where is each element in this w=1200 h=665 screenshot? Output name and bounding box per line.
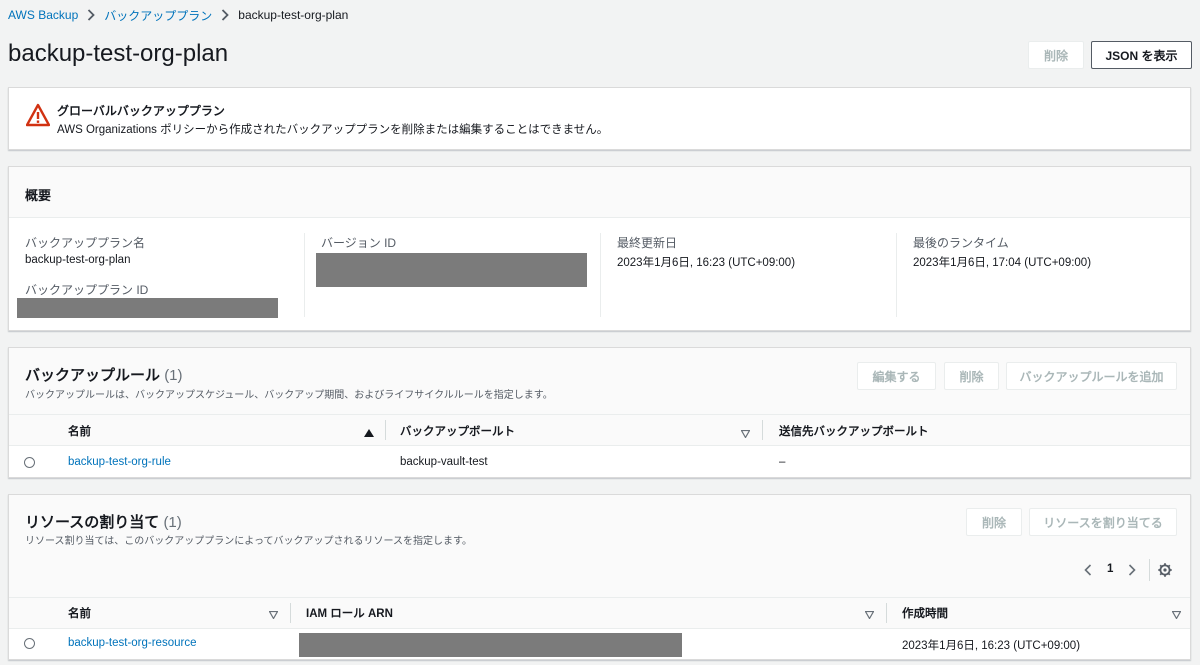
rules-title-text: バックアップルール (25, 367, 161, 384)
resource-row-radio[interactable] (24, 638, 35, 649)
edit-rule-button[interactable]: 編集する (857, 362, 936, 390)
assign-resources-button[interactable]: リソースを割り当てる (1029, 508, 1177, 536)
warning-icon (25, 103, 51, 130)
rule-name-link[interactable]: backup-test-org-rule (68, 456, 171, 468)
rule-vault-value: backup-vault-test (400, 456, 488, 468)
divider (600, 233, 601, 317)
plan-id-redacted (17, 298, 278, 318)
last-run-label: 最後のランタイム (913, 236, 1009, 250)
divider (304, 233, 305, 317)
overview-panel: 概要 バックアッププラン名 backup-test-org-plan バックアッ… (8, 166, 1191, 331)
version-id-redacted (316, 253, 587, 287)
resources-title-text: リソースの割り当て (25, 514, 160, 531)
rules-title: バックアップルール (1) (25, 364, 183, 385)
divider (896, 233, 897, 317)
divider (9, 217, 1190, 218)
breadcrumb-current: backup-test-org-plan (238, 8, 349, 22)
column-header-name[interactable]: 名前 (68, 423, 91, 439)
chevron-left-icon[interactable] (1084, 564, 1092, 579)
overview-header (9, 167, 1190, 217)
delete-plan-button[interactable]: 削除 (1028, 41, 1084, 69)
rule-destination-value: – (779, 456, 786, 468)
delete-resource-button[interactable]: 削除 (966, 508, 1022, 536)
chevron-right-icon (82, 8, 100, 22)
column-header-iam-role-arn[interactable]: IAM ロール ARN (306, 605, 393, 621)
sort-icon[interactable] (864, 608, 875, 622)
page-title: backup-test-org-plan (8, 40, 229, 67)
sort-ascending-icon[interactable] (364, 426, 374, 440)
rules-count: (1) (164, 367, 183, 384)
rule-row-radio[interactable] (24, 457, 35, 468)
sort-icon[interactable] (740, 427, 751, 441)
chevron-right-icon[interactable] (1128, 564, 1136, 579)
chevron-right-icon (216, 8, 234, 22)
resource-name-link[interactable]: backup-test-org-resource (68, 637, 196, 649)
column-header-created-time[interactable]: 作成時間 (902, 605, 948, 621)
settings-gear-icon[interactable] (1158, 563, 1172, 580)
resource-assignments-panel: リソースの割り当て (1) リソース割り当ては、このバックアッププランによってバ… (8, 494, 1191, 660)
iam-role-arn-redacted (299, 633, 682, 657)
column-header-vault[interactable]: バックアップボールト (400, 423, 515, 439)
column-header-name[interactable]: 名前 (68, 605, 91, 621)
backup-rules-panel: バックアップルール (1) バックアップルールは、バックアップスケジュール、バッ… (8, 347, 1191, 478)
last-run-value: 2023年1月6日, 17:04 (UTC+09:00) (913, 257, 1092, 269)
resource-created-value: 2023年1月6日, 16:23 (UTC+09:00) (902, 640, 1081, 652)
overview-title: 概要 (25, 188, 52, 203)
resources-description: リソース割り当ては、このバックアッププランによってバックアップされるリソースを指… (25, 536, 472, 547)
rules-table-header (9, 414, 1190, 446)
divider (1149, 559, 1150, 581)
rules-description: バックアップルールは、バックアップスケジュール、バックアップ期間、およびライフサ… (25, 390, 553, 401)
breadcrumb-parent-link[interactable]: バックアッププラン (104, 7, 212, 24)
breadcrumb: AWS Backup バックアッププラン backup-test-org-pla… (8, 7, 348, 23)
plan-name-label: バックアッププラン名 (25, 236, 146, 250)
global-plan-alert: グローバルバックアッププラン AWS Organizations ポリシーから作… (8, 87, 1191, 150)
plan-name-value: backup-test-org-plan (25, 254, 131, 266)
breadcrumb-root-link[interactable]: AWS Backup (8, 8, 78, 22)
resources-table-header (9, 597, 1190, 629)
page-number[interactable]: 1 (1107, 563, 1113, 575)
last-updated-label: 最終更新日 (617, 236, 678, 250)
plan-id-label: バックアッププラン ID (25, 283, 149, 297)
resources-title: リソースの割り当て (1) (25, 511, 182, 532)
add-rule-button[interactable]: バックアップルールを追加 (1006, 362, 1177, 390)
alert-title: グローバルバックアッププラン (57, 104, 225, 118)
sort-icon[interactable] (268, 608, 279, 622)
sort-icon[interactable] (1171, 608, 1182, 622)
delete-rule-button[interactable]: 削除 (944, 362, 999, 390)
divider (385, 420, 386, 440)
view-json-button[interactable]: JSON を表示 (1091, 41, 1192, 69)
divider (762, 420, 763, 440)
alert-text: AWS Organizations ポリシーから作成されたバックアッププランを削… (57, 124, 609, 136)
column-header-destination-vault[interactable]: 送信先バックアップボールト (779, 423, 929, 439)
last-updated-value: 2023年1月6日, 16:23 (UTC+09:00) (617, 257, 796, 269)
divider (290, 603, 291, 623)
version-id-label: バージョン ID (321, 236, 397, 250)
divider (886, 603, 887, 623)
resources-count: (1) (163, 514, 182, 531)
